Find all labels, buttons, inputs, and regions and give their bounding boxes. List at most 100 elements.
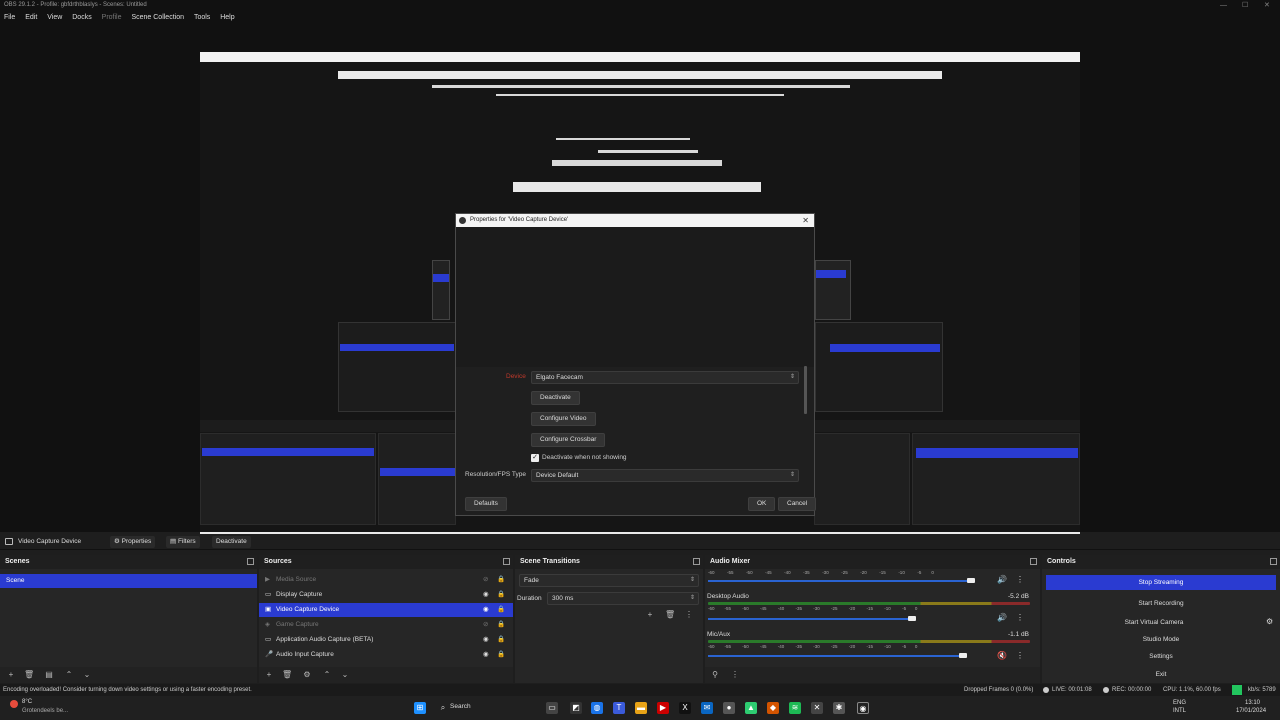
- menu-docks[interactable]: Docks: [68, 11, 95, 24]
- eye-icon[interactable]: ◉: [483, 603, 489, 617]
- app-icon[interactable]: ▲: [745, 702, 757, 714]
- undock-icon[interactable]: [503, 558, 510, 565]
- search-icon[interactable]: ⌕: [437, 702, 449, 714]
- speaker-muted-icon[interactable]: 🔇: [997, 651, 1007, 660]
- gear-icon[interactable]: ⚙: [1266, 617, 1273, 626]
- arrow-down-icon[interactable]: ⌄: [340, 670, 350, 680]
- source-row[interactable]: ▶ Media Source ⊘ 🔒: [259, 573, 513, 587]
- device-select[interactable]: Elgato Facecam ⇕: [531, 371, 799, 384]
- duration-input[interactable]: 300 ms ⇕: [547, 592, 699, 605]
- chrome-icon[interactable]: ◍: [591, 702, 603, 714]
- app-icon[interactable]: ◩: [570, 702, 582, 714]
- volume-slider[interactable]: [708, 618, 912, 620]
- defaults-button[interactable]: Defaults: [465, 497, 507, 511]
- more-icon[interactable]: ⋮: [1016, 575, 1024, 584]
- transition-select[interactable]: Fade ⇕: [519, 574, 699, 587]
- eye-hidden-icon[interactable]: ⊘: [483, 618, 488, 632]
- youtube-icon[interactable]: ▶: [657, 702, 669, 714]
- dialog-scrollbar[interactable]: [804, 366, 807, 414]
- start-recording-button[interactable]: Start Recording: [1046, 596, 1276, 611]
- language[interactable]: ENG: [1173, 700, 1186, 706]
- context-deactivate-button[interactable]: Deactivate: [212, 536, 251, 548]
- ok-button[interactable]: OK: [748, 497, 776, 511]
- more-icon[interactable]: ⋮: [730, 670, 740, 680]
- teams-icon[interactable]: T: [613, 702, 625, 714]
- start-virtual-camera-button[interactable]: Start Virtual Camera: [1046, 615, 1262, 630]
- eye-hidden-icon[interactable]: ⊘: [483, 573, 488, 587]
- studio-mode-button[interactable]: Studio Mode: [1046, 632, 1276, 647]
- menu-tools[interactable]: Tools: [190, 11, 214, 24]
- properties-button[interactable]: ⚙ Properties: [110, 536, 156, 548]
- menu-profile[interactable]: Profile: [98, 11, 126, 24]
- spotify-icon[interactable]: ≋: [789, 702, 801, 714]
- task-view-icon[interactable]: ▭: [546, 702, 558, 714]
- spinner-icon[interactable]: ⇕: [690, 593, 695, 604]
- dialog-close-icon[interactable]: ✕: [802, 214, 809, 227]
- outlook-icon[interactable]: ✉: [701, 702, 713, 714]
- stop-streaming-button[interactable]: Stop Streaming: [1046, 575, 1276, 590]
- add-icon[interactable]: +: [645, 610, 655, 620]
- deactivate-button[interactable]: Deactivate: [531, 391, 580, 405]
- resolution-select[interactable]: Device Default ⇕: [531, 469, 799, 482]
- trash-icon[interactable]: 🗑: [282, 670, 292, 680]
- cancel-button[interactable]: Cancel: [778, 497, 817, 511]
- arrow-up-icon[interactable]: ⌃: [322, 670, 332, 680]
- trash-icon[interactable]: 🗑: [24, 670, 34, 680]
- volume-knob[interactable]: [908, 616, 916, 621]
- clock-time[interactable]: 13:10: [1245, 700, 1260, 706]
- filter-icon[interactable]: ▤: [44, 670, 54, 680]
- x-icon[interactable]: X: [679, 702, 691, 714]
- undock-icon[interactable]: [247, 558, 254, 565]
- lock-icon[interactable]: 🔒: [497, 618, 505, 632]
- configure-crossbar-button[interactable]: Configure Crossbar: [531, 433, 606, 447]
- arrow-down-icon[interactable]: ⌄: [82, 670, 92, 680]
- volume-knob[interactable]: [967, 578, 975, 583]
- settings-button[interactable]: Settings: [1046, 649, 1276, 664]
- eye-icon[interactable]: ◉: [483, 633, 489, 647]
- configure-video-button[interactable]: Configure Video: [531, 412, 596, 426]
- link-icon[interactable]: ⚲: [710, 670, 720, 680]
- menu-edit[interactable]: Edit: [21, 11, 41, 24]
- app-icon[interactable]: ◆: [767, 702, 779, 714]
- eye-icon[interactable]: ◉: [483, 588, 489, 602]
- preview-area[interactable]: Properties for 'Video Capture Device' ✕ …: [0, 24, 1280, 548]
- folder-icon[interactable]: ▬: [635, 702, 647, 714]
- menu-view[interactable]: View: [43, 11, 66, 24]
- gear-icon[interactable]: ⚙: [302, 670, 312, 680]
- undock-icon[interactable]: [1270, 558, 1277, 565]
- more-icon[interactable]: ⋮: [684, 610, 694, 620]
- weather-icon[interactable]: [10, 700, 18, 708]
- lock-icon[interactable]: 🔒: [497, 633, 505, 647]
- volume-slider[interactable]: [708, 580, 971, 582]
- trash-icon[interactable]: 🗑: [665, 610, 675, 620]
- speaker-icon[interactable]: 🔊: [997, 613, 1007, 622]
- app-icon[interactable]: ✱: [833, 702, 845, 714]
- add-icon[interactable]: +: [264, 670, 274, 680]
- more-icon[interactable]: ⋮: [1016, 651, 1024, 660]
- source-row[interactable]: ◈ Game Capture ⊘ 🔒: [259, 618, 513, 632]
- more-icon[interactable]: ⋮: [1016, 613, 1024, 622]
- region[interactable]: INTL: [1173, 708, 1186, 714]
- menu-scene-collection[interactable]: Scene Collection: [127, 11, 188, 24]
- maximize-button[interactable]: ☐: [1242, 0, 1248, 11]
- menu-help[interactable]: Help: [216, 11, 238, 24]
- arrow-up-icon[interactable]: ⌃: [64, 670, 74, 680]
- menu-file[interactable]: File: [0, 11, 19, 24]
- add-icon[interactable]: +: [6, 670, 16, 680]
- lock-icon[interactable]: 🔒: [497, 603, 505, 617]
- scene-item[interactable]: Scene: [0, 574, 257, 588]
- app-icon[interactable]: ✕: [811, 702, 823, 714]
- clock-date[interactable]: 17/01/2024: [1236, 708, 1266, 714]
- source-row[interactable]: ▣ Video Capture Device ◉ 🔒: [259, 603, 513, 617]
- close-button[interactable]: ✕: [1264, 0, 1270, 11]
- checkbox-checked-icon[interactable]: ✓: [531, 454, 539, 462]
- lock-icon[interactable]: 🔒: [497, 648, 505, 662]
- windows-start-icon[interactable]: ⊞: [414, 702, 426, 714]
- minimize-button[interactable]: —: [1220, 0, 1227, 11]
- source-row[interactable]: ▭ Display Capture ◉ 🔒: [259, 588, 513, 602]
- source-row[interactable]: ▭ Application Audio Capture (BETA) ◉ 🔒: [259, 633, 513, 647]
- exit-button[interactable]: Exit: [1046, 667, 1276, 682]
- eye-icon[interactable]: ◉: [483, 648, 489, 662]
- volume-slider[interactable]: [708, 655, 963, 657]
- speaker-icon[interactable]: 🔊: [997, 575, 1007, 584]
